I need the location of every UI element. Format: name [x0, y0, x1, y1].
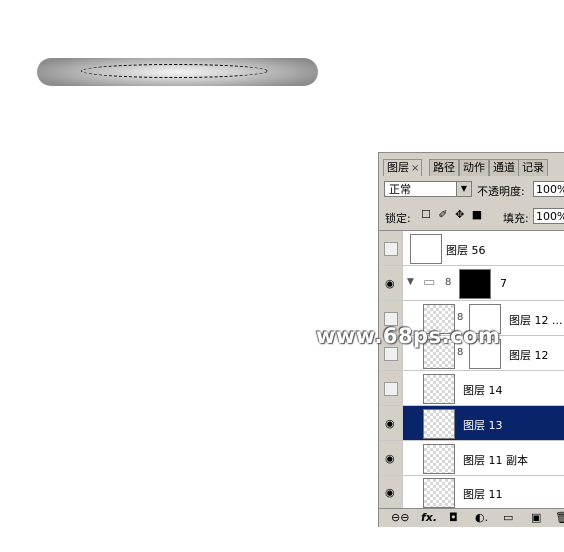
close-icon[interactable]: × [411, 163, 419, 174]
layer-row[interactable]: ◉ 图层 11 副本 [379, 441, 564, 476]
layer-row[interactable]: ◉ 图层 11 [379, 476, 564, 509]
chevron-down-icon[interactable]: ▼ [456, 182, 471, 196]
folder-icon: ▭ [423, 275, 436, 290]
tab-channels[interactable]: 通道 [489, 159, 519, 176]
tab-layers[interactable]: 图层 × [383, 159, 423, 176]
layer-list: 图层 56 ◉ ▼ ▭ 8 7 8 图层 12 ... 8 图层 12 图层 1… [379, 230, 564, 509]
trash-icon[interactable]: 🗑 [555, 511, 564, 524]
lock-icons[interactable]: ☐ ✐ ✥ ■ [421, 208, 484, 221]
tab-actions[interactable]: 动作 [459, 159, 489, 176]
fill-field[interactable]: 100% [533, 208, 564, 224]
layer-thumbnail [423, 374, 455, 404]
link-icon: 8 [457, 347, 464, 358]
add-mask-icon[interactable]: ◘ [449, 511, 458, 524]
tab-history[interactable]: 记录 [518, 159, 548, 176]
tab-paths[interactable]: 路径 [429, 159, 459, 176]
layer-row-selected[interactable]: ◉ 图层 13 [379, 406, 564, 441]
eye-icon[interactable]: ◉ [385, 452, 395, 465]
layer-thumbnail [423, 478, 455, 508]
layer-row[interactable]: ◉ ▼ ▭ 8 7 [379, 266, 564, 301]
eye-icon[interactable]: ◉ [385, 277, 395, 290]
visibility-toggle[interactable]: ◉ [379, 476, 403, 508]
layer-name: 图层 12 ... [509, 314, 563, 327]
panel-footer: ⊖⊖ fx. ◘ ◐. ▭ ▣ 🗑 [379, 508, 564, 527]
new-layer-icon[interactable]: ▣ [531, 511, 541, 524]
eye-icon[interactable]: ◉ [385, 486, 395, 499]
layer-thumbnail [423, 409, 455, 439]
tab-layers-label: 图层 [387, 161, 409, 174]
canvas-shape [37, 58, 318, 86]
layer-row[interactable]: 图层 56 [379, 231, 564, 266]
layer-row[interactable]: 图层 14 [379, 371, 564, 406]
visibility-toggle[interactable] [379, 231, 403, 265]
visibility-toggle[interactable]: ◉ [379, 406, 403, 440]
visibility-toggle[interactable]: ◉ [379, 441, 403, 475]
group-mask-thumbnail [459, 269, 491, 299]
blend-mode-select[interactable]: 正常 ▼ [384, 181, 472, 197]
opacity-field[interactable]: 100% [533, 181, 564, 197]
layer-name: 图层 11 [463, 488, 503, 501]
visibility-toggle[interactable] [379, 371, 403, 405]
visibility-toggle[interactable]: ◉ [379, 266, 403, 300]
link-layers-icon[interactable]: ⊖⊖ [391, 511, 409, 524]
lock-label: 锁定: [385, 212, 411, 225]
panel-tabs: 图层 × 路径 动作 通道 记录 [379, 153, 564, 177]
link-icon: 8 [457, 312, 464, 323]
watermark: www.68ps.com [316, 324, 501, 348]
layer-name: 7 [500, 277, 507, 290]
link-icon: 8 [445, 277, 452, 288]
opacity-label: 不透明度: [477, 185, 525, 198]
layer-name: 图层 12 [509, 349, 549, 362]
layer-thumbnail [423, 444, 455, 474]
selection-marquee[interactable] [81, 64, 268, 78]
expand-arrow-icon[interactable]: ▼ [407, 277, 414, 287]
layer-thumbnail [410, 234, 442, 264]
fill-label: 填充: [503, 212, 529, 225]
layer-name: 图层 13 [463, 419, 503, 432]
layer-name: 图层 56 [446, 244, 486, 257]
eye-icon[interactable]: ◉ [385, 417, 395, 430]
new-group-icon[interactable]: ▭ [503, 511, 513, 524]
fx-icon[interactable]: fx. [421, 511, 437, 524]
adjustment-layer-icon[interactable]: ◐. [475, 511, 488, 524]
blend-mode-value: 正常 [389, 183, 411, 196]
layer-name: 图层 14 [463, 384, 503, 397]
layer-name: 图层 11 副本 [463, 454, 528, 467]
